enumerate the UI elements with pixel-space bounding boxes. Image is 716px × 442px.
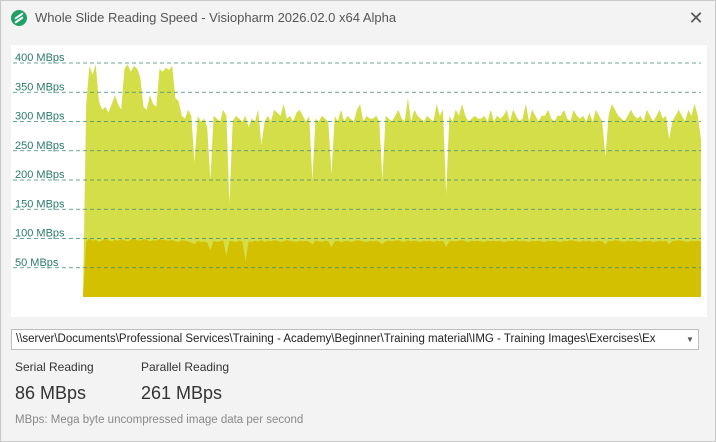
y-tick-label-350: 350 MBps: [15, 81, 65, 93]
y-tick-label-50: 50 MBps: [15, 257, 59, 269]
slide-path-dropdown[interactable]: \\server\Documents\Professional Services…: [11, 329, 699, 350]
serial-reading-label: Serial Reading: [15, 360, 94, 374]
slide-path-value: \\server\Documents\Professional Services…: [16, 333, 656, 345]
speed-chart-svg: 50 MBps 100 MBps 150 MBps 200 MBps 250 MBps 3…: [13, 52, 701, 297]
y-tick-label-400: 400 MBps: [15, 52, 65, 64]
y-tick-label-250: 250 MBps: [15, 140, 65, 152]
parallel-reading-value: 261 MBps: [141, 383, 223, 403]
window-title: Whole Slide Reading Speed - Visiopharm 2…: [35, 10, 397, 25]
speed-chart: 50 MBps 100 MBps 150 MBps 200 MBps 250 MBps 3…: [11, 45, 707, 317]
close-icon[interactable]: ✕: [685, 7, 707, 29]
tick-label-layer: 50 MBps 100 MBps 150 MBps 200 MBps 250 MBps 3…: [15, 52, 65, 269]
reading-speed-window: Whole Slide Reading Speed - Visiopharm 2…: [0, 0, 716, 442]
parallel-reading-label: Parallel Reading: [141, 360, 230, 374]
title-bar[interactable]: Whole Slide Reading Speed - Visiopharm 2…: [1, 1, 715, 35]
chevron-down-icon[interactable]: ▼: [682, 330, 698, 349]
y-tick-label-200: 200 MBps: [15, 169, 65, 181]
visiopharm-logo-icon: [11, 10, 27, 26]
y-tick-label-150: 150 MBps: [15, 198, 65, 210]
units-footnote: MBps: Mega byte uncompressed image data …: [15, 414, 304, 426]
serial-reading-value: 86 MBps: [15, 383, 87, 403]
y-tick-label-100: 100 MBps: [15, 228, 65, 240]
y-tick-label-300: 300 MBps: [15, 111, 65, 123]
